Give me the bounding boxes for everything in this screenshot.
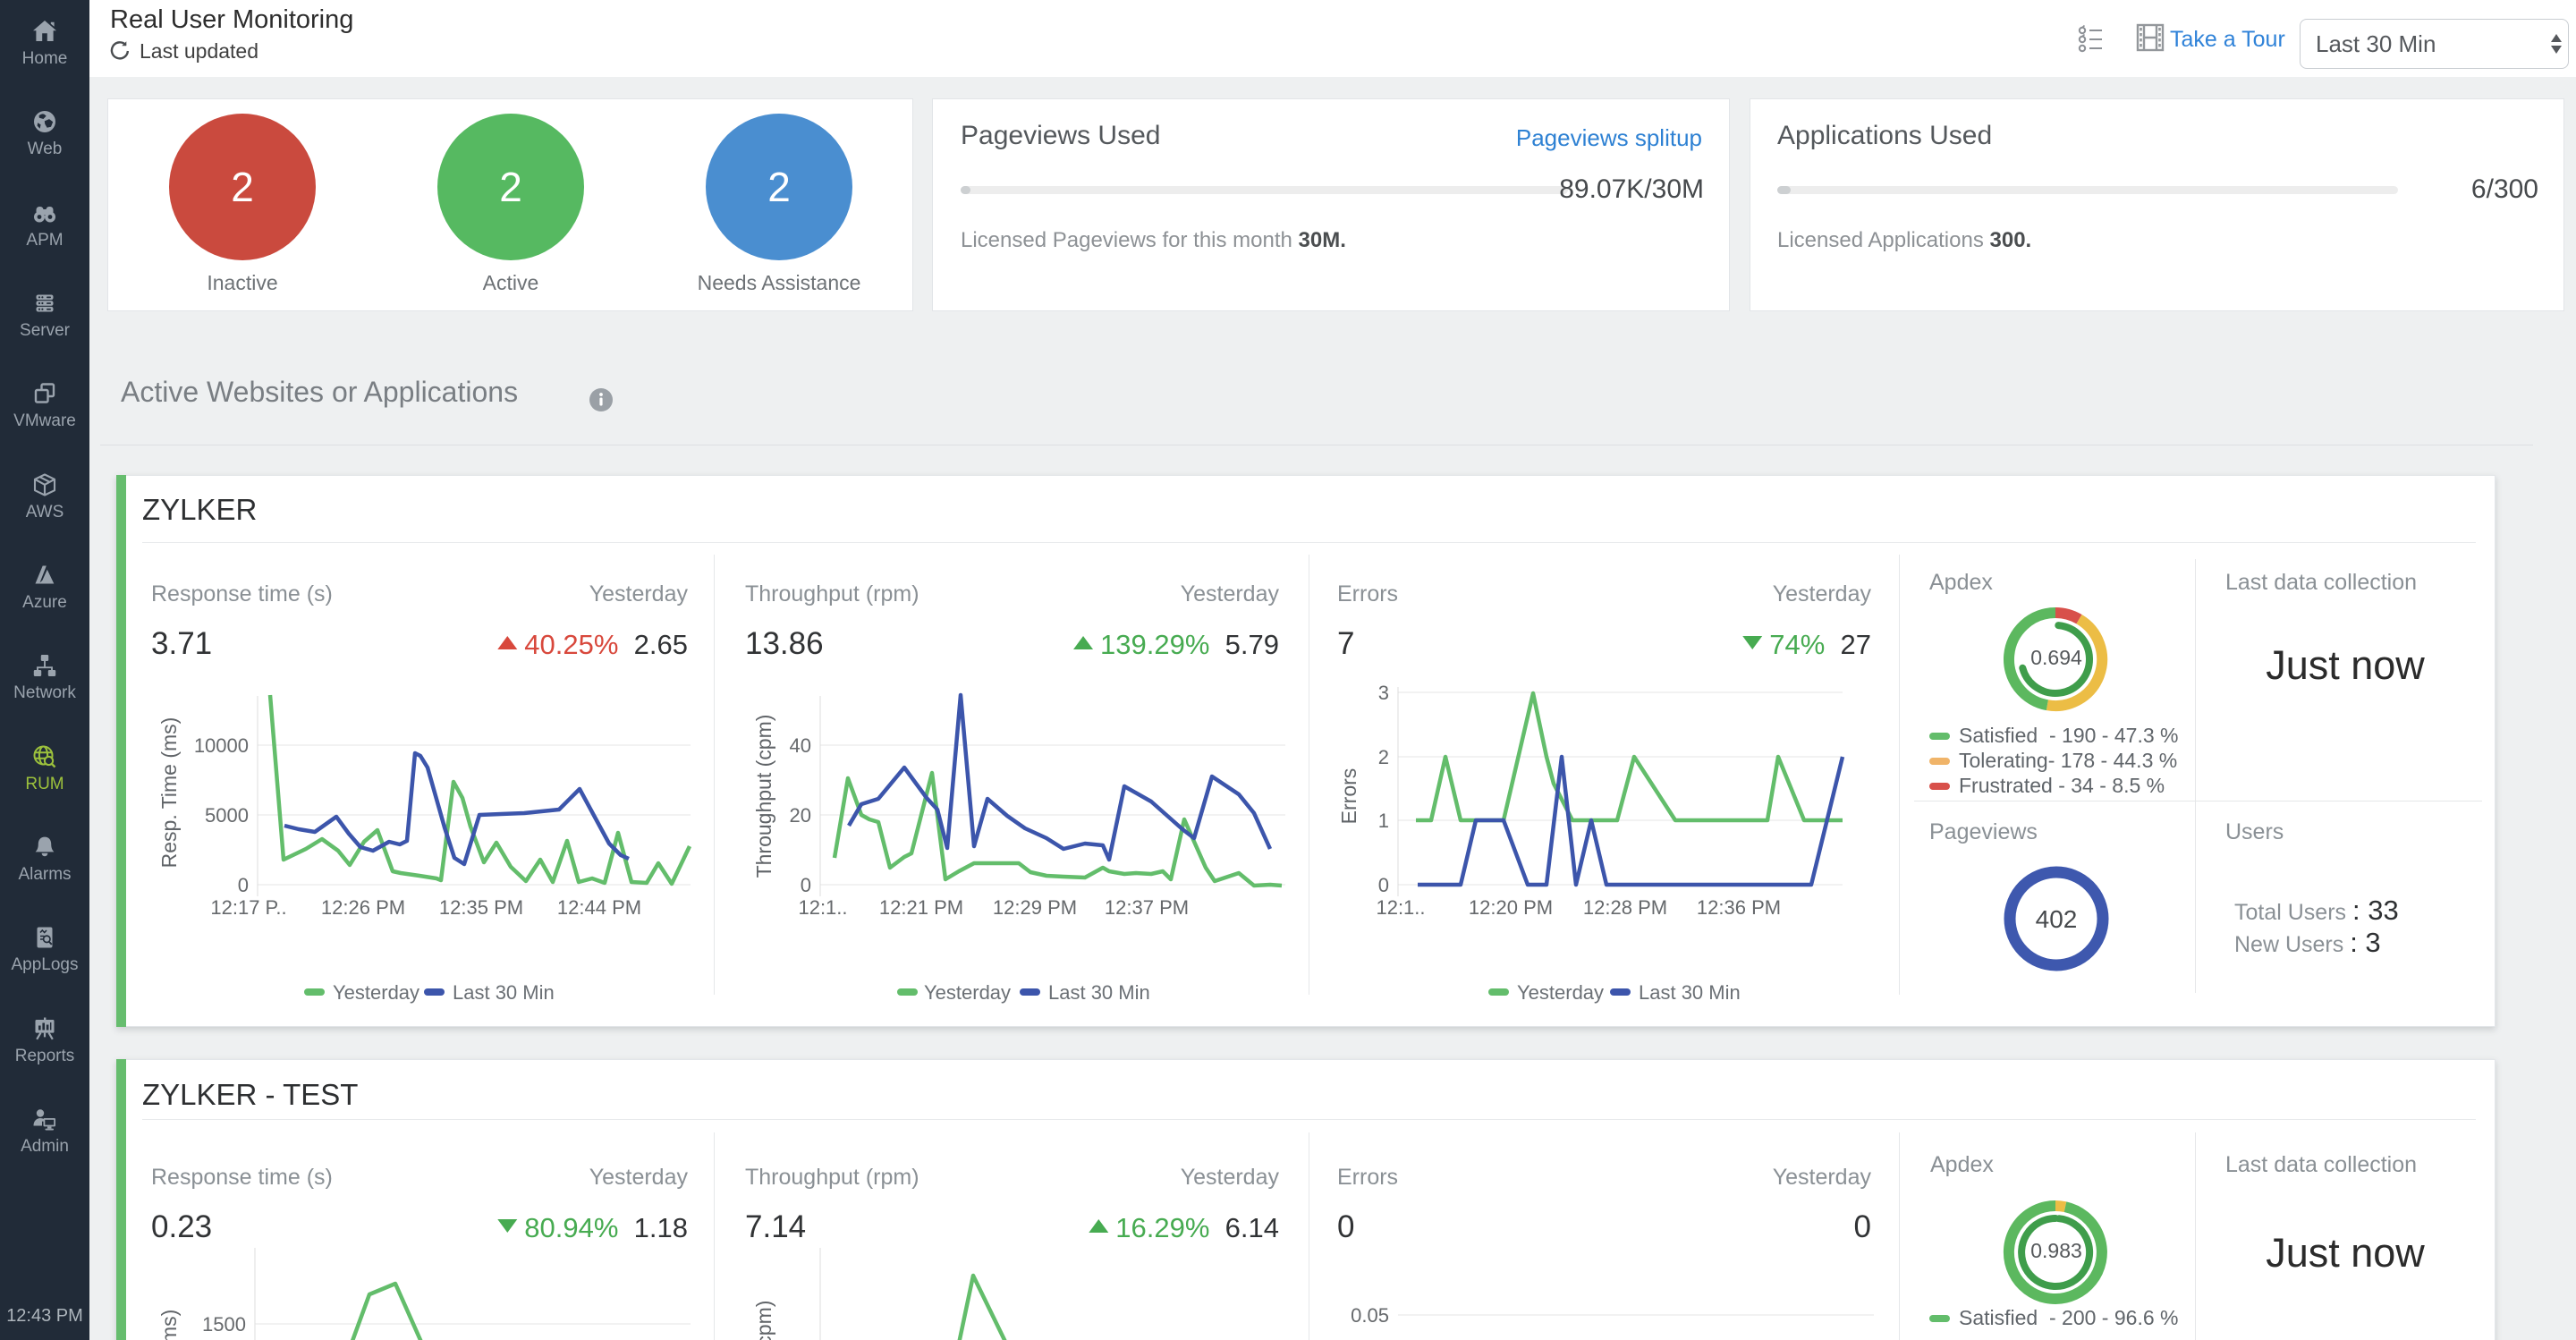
svg-text:0.05: 0.05 xyxy=(1351,1304,1389,1327)
svg-text:Throughput (cpm): Throughput (cpm) xyxy=(752,715,775,878)
svg-text:12:36 PM: 12:36 PM xyxy=(1697,896,1781,919)
svg-text:12:35 PM: 12:35 PM xyxy=(439,896,523,919)
svg-text:12:28 PM: 12:28 PM xyxy=(1583,896,1667,919)
svg-text:12:20 PM: 12:20 PM xyxy=(1469,896,1553,919)
svg-text:3: 3 xyxy=(1378,682,1389,704)
svg-text:20: 20 xyxy=(790,804,811,827)
svg-text:12:29 PM: 12:29 PM xyxy=(993,896,1077,919)
svg-text:Throughput (cpm): Throughput (cpm) xyxy=(752,1301,775,1340)
svg-text:Errors: Errors xyxy=(1337,768,1360,825)
svg-text:12:26 PM: 12:26 PM xyxy=(321,896,405,919)
svg-text:40: 40 xyxy=(790,734,811,757)
svg-text:5000: 5000 xyxy=(205,804,249,827)
svg-text:12:17 P..: 12:17 P.. xyxy=(210,896,286,919)
svg-text:12:44 PM: 12:44 PM xyxy=(557,896,641,919)
svg-text:1500: 1500 xyxy=(202,1313,246,1336)
svg-text:12:1..: 12:1.. xyxy=(798,896,847,919)
svg-text:12:37 PM: 12:37 PM xyxy=(1105,896,1189,919)
svg-text:Resp. Time (ms): Resp. Time (ms) xyxy=(157,1310,181,1340)
svg-text:12:21 PM: 12:21 PM xyxy=(879,896,963,919)
svg-text:1: 1 xyxy=(1378,810,1389,832)
svg-text:Resp. Time (ms): Resp. Time (ms) xyxy=(157,717,181,869)
svg-text:0: 0 xyxy=(1378,874,1389,896)
svg-text:12:1..: 12:1.. xyxy=(1376,896,1425,919)
svg-text:2: 2 xyxy=(1378,746,1389,768)
svg-text:0: 0 xyxy=(238,874,249,896)
svg-text:10000: 10000 xyxy=(194,734,249,757)
svg-text:0: 0 xyxy=(801,874,811,896)
